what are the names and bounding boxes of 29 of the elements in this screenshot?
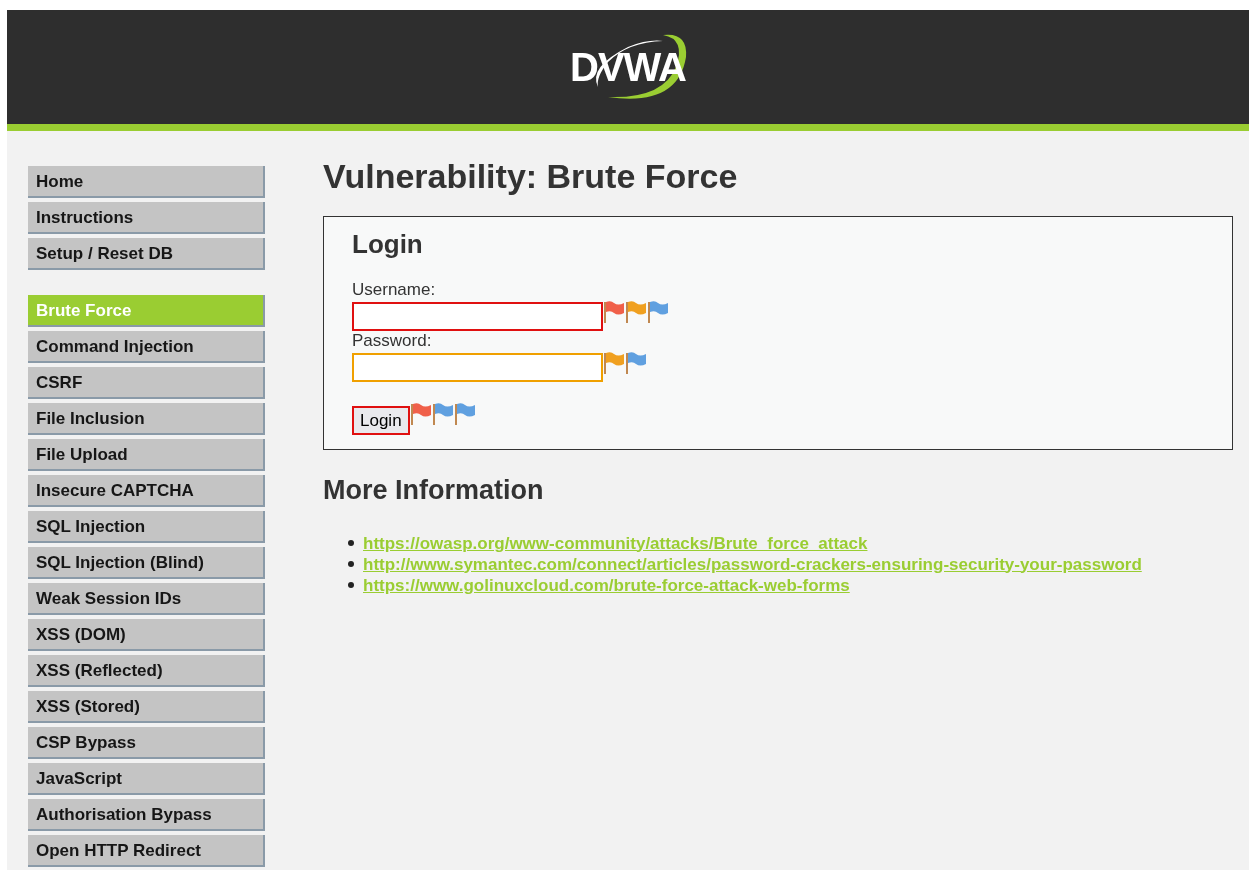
menu-item[interactable]: XSS (Reflected) bbox=[28, 655, 265, 687]
menu-item[interactable]: Authorisation Bypass bbox=[28, 799, 265, 831]
menu-item[interactable]: Setup / Reset DB bbox=[28, 238, 265, 270]
field-label: Password: bbox=[352, 331, 433, 351]
text-field[interactable] bbox=[352, 353, 603, 382]
menu-item[interactable]: JavaScript bbox=[28, 763, 265, 795]
menu-item[interactable]: File Inclusion bbox=[28, 403, 265, 435]
menu-item[interactable]: Command Injection bbox=[28, 331, 265, 363]
menu-item[interactable]: Open HTTP Redirect bbox=[28, 835, 265, 867]
field-label: Username: bbox=[352, 280, 437, 300]
page-title: Vulnerability: Brute Force bbox=[323, 156, 739, 197]
bullet-icon bbox=[348, 540, 354, 546]
menu-item[interactable]: CSRF bbox=[28, 367, 265, 399]
menu-item[interactable]: CSP Bypass bbox=[28, 727, 265, 759]
menu-item[interactable]: Home bbox=[28, 166, 265, 198]
bullet-icon bbox=[348, 582, 354, 588]
menu-item[interactable]: SQL Injection bbox=[28, 511, 265, 543]
menu-item[interactable]: Weak Session IDs bbox=[28, 583, 265, 615]
menu-item[interactable]: File Upload bbox=[28, 439, 265, 471]
section-heading: More Information bbox=[323, 474, 545, 507]
menu-item[interactable]: Instructions bbox=[28, 202, 265, 234]
menu-item[interactable]: Insecure CAPTCHA bbox=[28, 475, 265, 507]
login-heading: Login bbox=[352, 228, 424, 261]
menu-item[interactable]: XSS (Stored) bbox=[28, 691, 265, 723]
text-field[interactable] bbox=[352, 302, 603, 331]
menu-item[interactable]: SQL Injection (Blind) bbox=[28, 547, 265, 579]
bullet-icon bbox=[348, 561, 354, 567]
login-button[interactable]: Login bbox=[352, 406, 410, 435]
menu-item[interactable]: XSS (DOM) bbox=[28, 619, 265, 651]
